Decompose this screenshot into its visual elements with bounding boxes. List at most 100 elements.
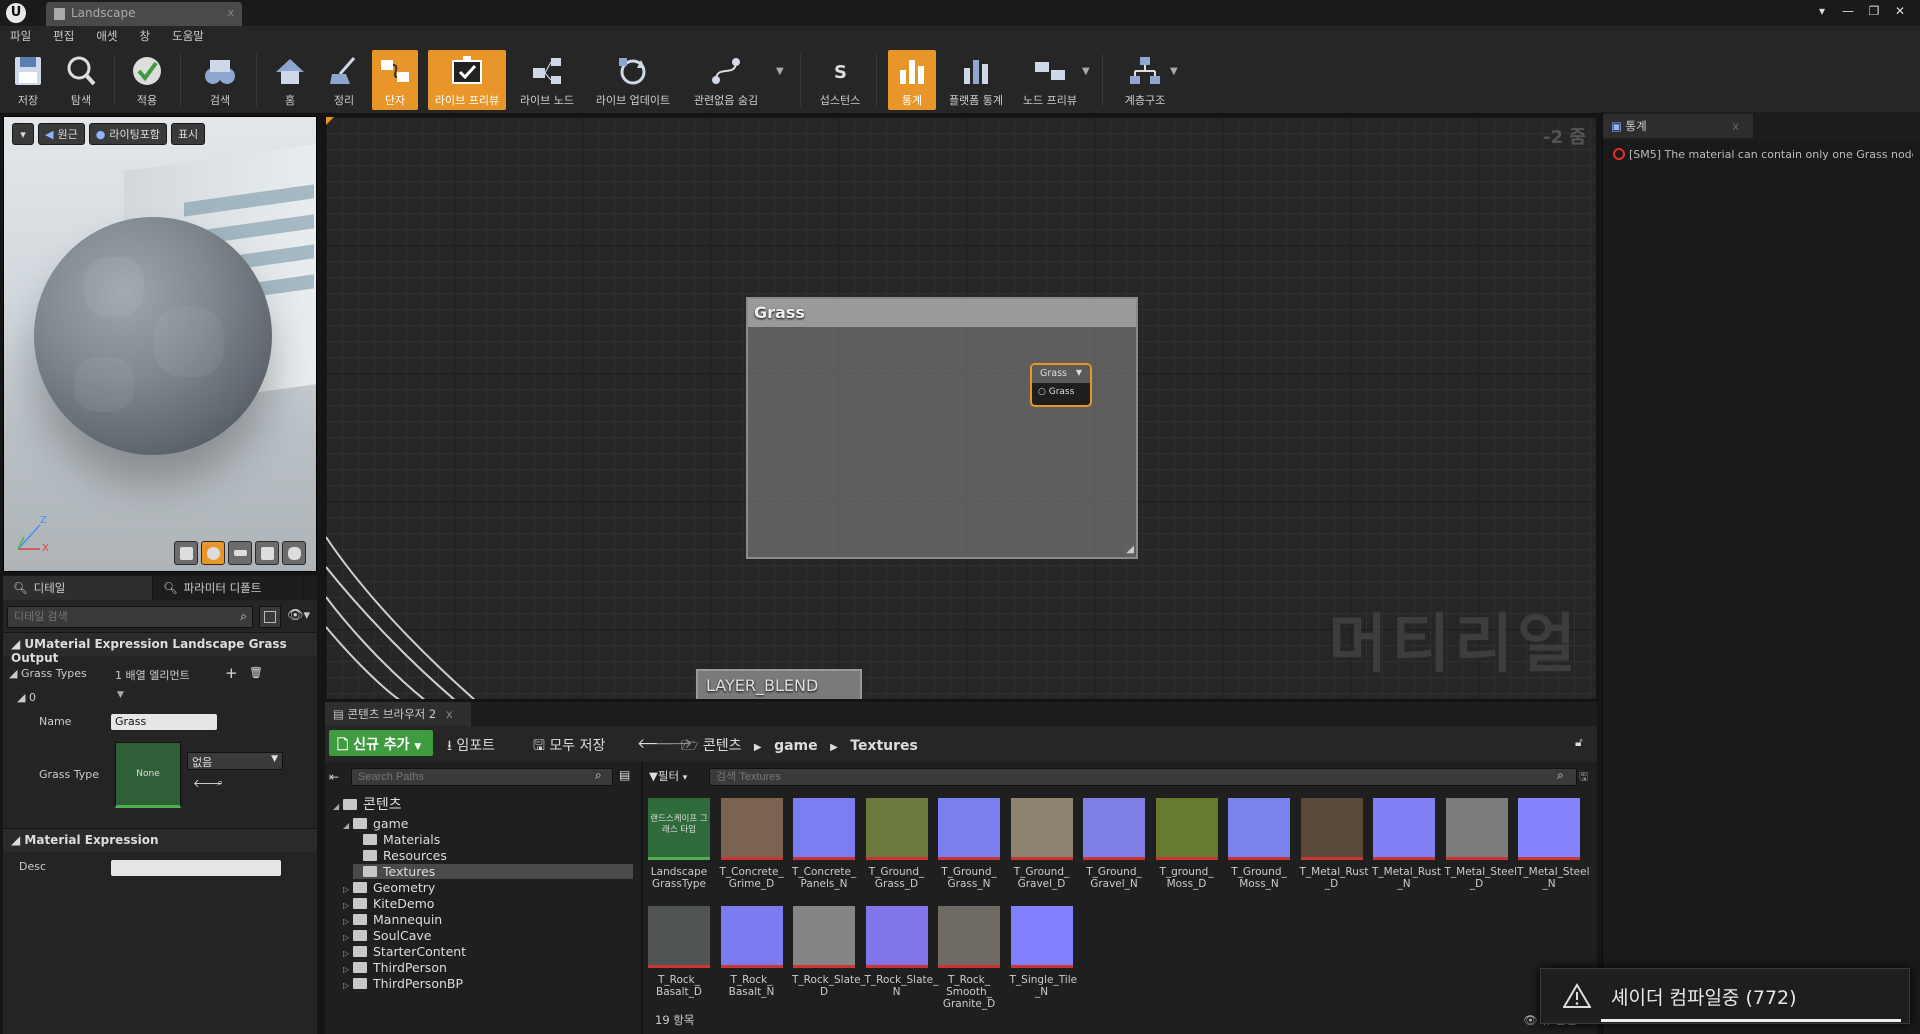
search-button[interactable]: 검색 (194, 50, 246, 110)
menu-asset[interactable]: 애셋 (96, 28, 117, 44)
node-preview-button[interactable]: 노드 프리뷰 (1016, 50, 1084, 110)
asset-tile[interactable]: T_Single_Tile _N (1010, 906, 1077, 998)
viewport-options-dropdown[interactable]: ▾ (12, 123, 34, 145)
perspective-button[interactable]: ◀ 원근 (38, 123, 85, 145)
view-options-eye-icon[interactable]: 👁︎▾ (287, 608, 310, 623)
asset-tile[interactable]: T_Concrete_ Panels_N (792, 798, 856, 890)
search-assets-input[interactable] (709, 768, 1577, 786)
section-grass-output[interactable]: ◢ UMaterial Expression Landscape Grass O… (3, 632, 317, 665)
asset-tile[interactable]: T_Rock_ Smooth_ Granite_D (937, 906, 1001, 1010)
grass-output-node[interactable]: Grass ▼ ○ Grass (1030, 363, 1092, 407)
tab-stats[interactable]: ▣ 통계 x (1603, 114, 1753, 138)
collapse-sources-icon[interactable]: ⇤ (329, 770, 339, 784)
expand-arrow-icon[interactable]: ▷ (343, 981, 353, 990)
hierarchy-button[interactable]: 계층구조 (1114, 50, 1176, 110)
asset-tile[interactable]: T_Metal_Steel _N (1517, 798, 1590, 890)
details-search-input[interactable] (7, 606, 253, 628)
breadcrumb-textures[interactable]: Textures (850, 738, 918, 754)
substance-button[interactable]: S 섭스턴스 (812, 50, 868, 110)
asset-tile[interactable]: T_Metal_Steel _D (1445, 798, 1517, 890)
asset-tile[interactable]: T_Metal_Rust _D (1300, 798, 1368, 890)
comment-box-grass[interactable]: Grass Grass ▼ ○ Grass ◢ (746, 297, 1138, 559)
live-update-toggle[interactable]: 라이브 업데이트 (588, 50, 678, 110)
import-button[interactable]: ⭳ 임포트 (447, 735, 495, 759)
add-new-button[interactable]: 🗋︎ 신규 추가 ▼ (329, 730, 433, 756)
node-input-pin[interactable]: ○ Grass (1032, 383, 1090, 401)
expand-arrow-icon[interactable]: ◢ (343, 821, 353, 830)
document-tab[interactable]: Landscape x (46, 2, 242, 26)
folder-tree-item[interactable]: ▷ ThirdPersonBP (343, 976, 463, 991)
search-paths-input[interactable] (351, 768, 613, 786)
desc-field[interactable] (111, 860, 281, 876)
connectors-toggle[interactable]: 단자 (372, 50, 418, 110)
folder-tree-item[interactable]: Textures (353, 864, 633, 879)
tab-parameter-defaults[interactable]: 🔍︎ 파라미터 디폴트 (153, 576, 303, 600)
menu-window[interactable]: 창 (140, 28, 151, 44)
tab-close-icon[interactable]: x (227, 6, 234, 19)
preview-sphere-button[interactable] (201, 541, 225, 565)
lit-mode-button[interactable]: ● 라이팅포함 (88, 123, 167, 145)
platform-stats-button[interactable]: 플랫폼 통계 (944, 50, 1008, 110)
expand-arrow-icon[interactable]: ▷ (343, 933, 353, 942)
asset-tile[interactable]: T_Ground_ Moss_N (1227, 798, 1291, 890)
expand-arrow-icon[interactable]: ▷ (343, 949, 353, 958)
lock-icon[interactable]: 🔓︎ (1575, 735, 1583, 750)
menu-file[interactable]: 파일 (10, 28, 31, 44)
home-button[interactable]: 홈 (268, 50, 312, 110)
preview-plane-button[interactable] (228, 541, 252, 565)
asset-tile[interactable]: T_ground_ Moss_D (1155, 798, 1219, 890)
asset-tile[interactable]: T_Ground_ Grass_D (865, 798, 929, 890)
folder-tree-item[interactable]: Materials (353, 832, 440, 847)
folder-tree-item[interactable]: ▷ Mannequin (343, 912, 442, 927)
stats-toggle[interactable]: 통계 (888, 50, 936, 110)
save-search-icon[interactable]: 🖫︎ (1579, 768, 1588, 787)
array-index-dropdown-icon[interactable]: ▼ (117, 690, 124, 700)
menu-edit[interactable]: 편집 (53, 28, 74, 44)
browse-button[interactable]: 탐색 (58, 50, 104, 110)
hide-unrelated-dropdown-icon[interactable]: ▼ (776, 66, 784, 77)
tab-content-browser-2[interactable]: ▤ 콘텐츠 브라우저 2 x (325, 702, 471, 726)
breadcrumb-content[interactable]: 콘텐츠 (703, 738, 742, 754)
tab-close-icon[interactable]: x (446, 707, 453, 721)
material-graph-canvas[interactable]: -2 줌 머티리얼 Grass Grass ▼ ○ Grass ◢ LAYER_B… (325, 116, 1597, 700)
asset-tile[interactable]: T_Metal_Rust _N (1372, 798, 1441, 890)
preview-mesh-button[interactable] (282, 541, 306, 565)
folder-tree-item[interactable]: ▷ Geometry (343, 880, 435, 895)
expand-arrow-icon[interactable]: ▷ (343, 885, 353, 894)
folder-tree-item[interactable]: ◢ game (343, 816, 408, 831)
live-preview-toggle[interactable]: 라이브 프리뷰 (428, 50, 506, 110)
grass-type-dropdown[interactable]: 없음 ▼ (187, 752, 283, 770)
preview-cylinder-button[interactable] (174, 541, 198, 565)
node-preview-dropdown-icon[interactable]: ▼ (1082, 66, 1090, 77)
hide-unrelated-button[interactable]: 관련없음 숨김 (686, 50, 766, 110)
delete-elements-icon[interactable]: 🗑︎ (249, 666, 263, 679)
expand-arrow-icon[interactable]: ◢ (333, 802, 343, 811)
breadcrumb-game[interactable]: game (774, 738, 818, 754)
name-field[interactable]: Grass (111, 714, 217, 730)
folder-tree-item[interactable]: ▷ KiteDemo (343, 896, 434, 911)
hierarchy-dropdown-icon[interactable]: ▼ (1170, 66, 1178, 77)
path-view-options-icon[interactable]: ▤ (619, 768, 630, 782)
folder-tree-item[interactable]: ▷ StarterContent (343, 944, 466, 959)
asset-tile[interactable]: T_Ground_ Grass_N (937, 798, 1001, 890)
property-matrix-button[interactable] (259, 606, 281, 628)
maximize-button[interactable]: ❐ (1864, 4, 1884, 18)
asset-tile[interactable]: T_Rock_ Basalt_D (647, 906, 711, 998)
expand-arrow-icon[interactable]: ▷ (343, 917, 353, 926)
clean-up-button[interactable]: 정리 (322, 50, 366, 110)
layer-blend-node[interactable]: LAYER_BLEND (696, 669, 862, 699)
live-nodes-toggle[interactable]: 라이브 노드 (514, 50, 580, 110)
folder-tree-item[interactable]: ▷ ThirdPerson (343, 960, 447, 975)
section-material-expression[interactable]: ◢ Material Expression (3, 828, 317, 852)
asset-tile[interactable]: T_Rock_ Basalt_N (720, 906, 784, 998)
tab-details[interactable]: 🔍︎ 디테일 (3, 576, 153, 600)
asset-tile[interactable]: T_Ground_ Gravel_N (1082, 798, 1146, 890)
asset-tile[interactable]: 랜드스케이프 그래스 타입 Landscape GrassType (647, 798, 711, 890)
show-button[interactable]: 표시 (170, 123, 206, 145)
preview-cube-button[interactable] (255, 541, 279, 565)
save-all-button[interactable]: 🖫︎ 모두 저장 (533, 735, 605, 759)
comment-title[interactable]: Grass (748, 299, 1136, 327)
folder-tree-item[interactable]: ▷ SoulCave (343, 928, 431, 943)
minimize-button[interactable]: — (1838, 4, 1858, 18)
menu-help[interactable]: 도움말 (172, 28, 204, 44)
